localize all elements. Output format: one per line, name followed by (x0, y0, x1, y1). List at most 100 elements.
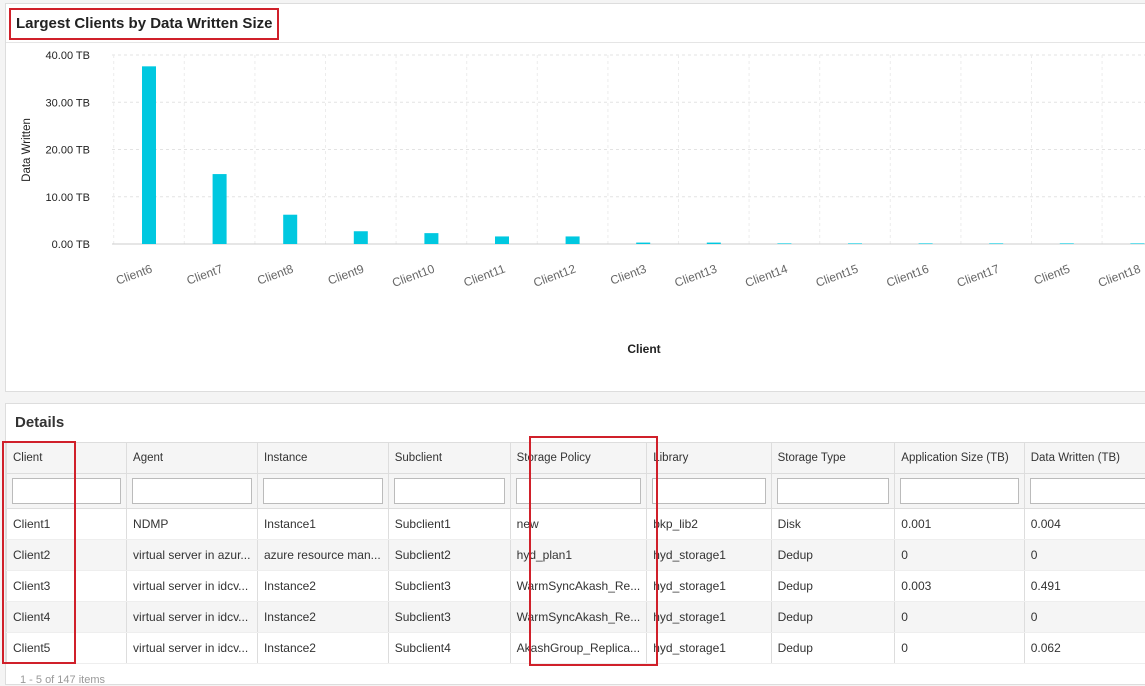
filter-cell (1024, 474, 1145, 509)
table-row[interactable]: Client2virtual server in azur...azure re… (7, 540, 1145, 571)
filter-input-agent[interactable] (132, 478, 252, 504)
filter-cell (510, 474, 647, 509)
cell-instance: azure resource man... (257, 540, 388, 571)
cell-subclient: Subclient2 (388, 540, 510, 571)
column-header-subclient[interactable]: Subclient (388, 443, 510, 474)
cell-storage-type: Disk (771, 509, 895, 540)
bar-client13 (707, 243, 721, 244)
cell-storage-policy: WarmSyncAkash_Re... (510, 602, 647, 633)
x-tick-label: Client8 (255, 262, 295, 288)
x-tick-label: Client9 (326, 262, 366, 288)
cell-storage-type: Dedup (771, 602, 895, 633)
details-panel: Details ClientAgentInstanceSubclientStor… (5, 403, 1145, 685)
x-tick-label: Client15 (814, 262, 860, 290)
x-tick-label: Client13 (673, 262, 719, 290)
x-tick-label: Client3 (608, 262, 648, 288)
bar-client15 (848, 243, 862, 244)
x-tick-label: Client10 (390, 262, 436, 290)
cell-application-size-tb: 0 (895, 602, 1024, 633)
cell-client: Client3 (7, 571, 127, 602)
cell-subclient: Subclient1 (388, 509, 510, 540)
filter-row (7, 474, 1145, 509)
x-tick-label: Client12 (531, 262, 577, 290)
bar-client17 (989, 243, 1003, 244)
table-row[interactable]: Client4virtual server in idcv...Instance… (7, 602, 1145, 633)
column-header-instance[interactable]: Instance (257, 443, 388, 474)
details-table: ClientAgentInstanceSubclientStorage Poli… (6, 442, 1145, 664)
filter-input-application-size-tb[interactable] (900, 478, 1018, 504)
column-header-agent[interactable]: Agent (127, 443, 258, 474)
cell-data-written-tb: 0.491 (1024, 571, 1145, 602)
column-header-storage-policy[interactable]: Storage Policy (510, 443, 647, 474)
y-tick-label: 0.00 TB (52, 239, 90, 251)
x-tick-label: Client5 (1032, 262, 1072, 288)
cell-storage-policy: new (510, 509, 647, 540)
cell-application-size-tb: 0.001 (895, 509, 1024, 540)
filter-cell (388, 474, 510, 509)
table-row[interactable]: Client3virtual server in idcv...Instance… (7, 571, 1145, 602)
cell-application-size-tb: 0 (895, 540, 1024, 571)
bar-client10 (424, 233, 438, 244)
filter-input-library[interactable] (652, 478, 765, 504)
bar-client5 (1060, 243, 1074, 244)
bar-client7 (213, 174, 227, 244)
x-tick-label: Client7 (185, 262, 225, 288)
cell-storage-type: Dedup (771, 540, 895, 571)
bar-client16 (919, 243, 933, 244)
y-tick-label: 40.00 TB (46, 50, 90, 62)
cell-agent: virtual server in azur... (127, 540, 258, 571)
bar-client12 (566, 236, 580, 244)
cell-agent: virtual server in idcv... (127, 633, 258, 664)
cell-client: Client2 (7, 540, 127, 571)
column-header-data-written-tb[interactable]: Data Written (TB) (1024, 443, 1145, 474)
bar-client9 (354, 231, 368, 244)
cell-instance: Instance2 (257, 633, 388, 664)
bar-client11 (495, 236, 509, 244)
column-header-storage-type[interactable]: Storage Type (771, 443, 895, 474)
cell-instance: Instance1 (257, 509, 388, 540)
cell-storage-type: Dedup (771, 633, 895, 664)
bar-client14 (777, 243, 791, 244)
filter-input-storage-type[interactable] (777, 478, 890, 504)
cell-library: hyd_storage1 (647, 540, 771, 571)
column-header-library[interactable]: Library (647, 443, 771, 474)
filter-input-data-written-tb[interactable] (1030, 478, 1145, 504)
cell-library: bkp_lib2 (647, 509, 771, 540)
cell-data-written-tb: 0.062 (1024, 633, 1145, 664)
header-row: ClientAgentInstanceSubclientStorage Poli… (7, 443, 1145, 474)
filter-cell (771, 474, 895, 509)
cell-data-written-tb: 0 (1024, 540, 1145, 571)
cell-subclient: Subclient3 (388, 602, 510, 633)
bar-client3 (636, 243, 650, 244)
y-tick-label: 10.00 TB (46, 192, 90, 204)
cell-agent: virtual server in idcv... (127, 571, 258, 602)
column-header-application-size-tb[interactable]: Application Size (TB) (895, 443, 1024, 474)
pager-info: 1 - 5 of 147 items (20, 674, 105, 686)
filter-cell (7, 474, 127, 509)
filter-input-instance[interactable] (263, 478, 383, 504)
cell-application-size-tb: 0.003 (895, 571, 1024, 602)
filter-input-client[interactable] (12, 478, 121, 504)
cell-library: hyd_storage1 (647, 602, 771, 633)
filter-input-storage-policy[interactable] (516, 478, 642, 504)
details-title: Details (15, 414, 64, 431)
y-tick-label: 20.00 TB (46, 145, 90, 157)
filter-input-subclient[interactable] (394, 478, 505, 504)
x-tick-label: Client11 (462, 262, 508, 290)
cell-data-written-tb: 0 (1024, 602, 1145, 633)
column-header-client[interactable]: Client (7, 443, 127, 474)
table-row[interactable]: Client1NDMPInstance1Subclient1newbkp_lib… (7, 509, 1145, 540)
cell-storage-policy: AkashGroup_Replica... (510, 633, 647, 664)
x-tick-label: Client6 (114, 262, 154, 288)
x-tick-label: Client16 (884, 262, 930, 290)
chart-panel: Largest Clients by Data Written Size 0.0… (5, 3, 1145, 392)
cell-agent: NDMP (127, 509, 258, 540)
x-tick-label: Client18 (1096, 262, 1142, 290)
bar-chart: 0.00 TB10.00 TB20.00 TB30.00 TB40.00 TBC… (6, 43, 1145, 388)
cell-library: hyd_storage1 (647, 633, 771, 664)
table-row[interactable]: Client5virtual server in idcv...Instance… (7, 633, 1145, 664)
cell-client: Client5 (7, 633, 127, 664)
cell-agent: virtual server in idcv... (127, 602, 258, 633)
x-tick-label: Client14 (743, 262, 789, 290)
table-body: Client1NDMPInstance1Subclient1newbkp_lib… (7, 509, 1145, 664)
